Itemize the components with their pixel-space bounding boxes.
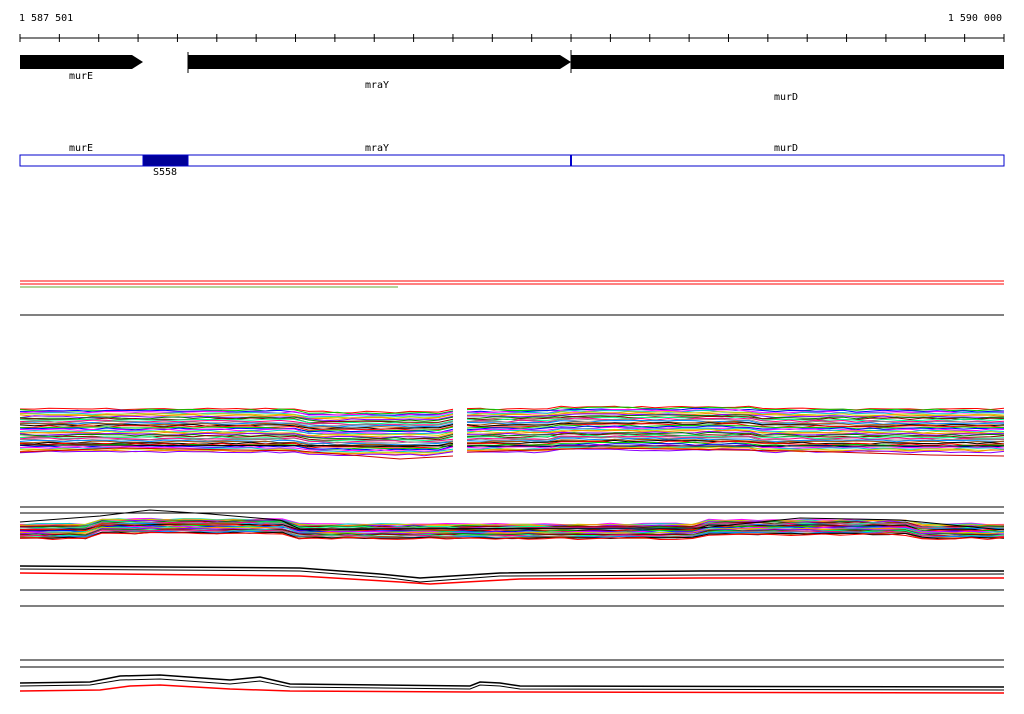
gene-arrow-mraY[interactable] (188, 55, 571, 69)
profile-track-bottom[interactable] (19, 674, 1005, 694)
gene-arrow-murE[interactable] (20, 55, 143, 69)
annotation-label-mraY: mraY (364, 143, 390, 154)
annotation-feature-S558[interactable] (142, 154, 189, 167)
gene-label-mraY: mraY (364, 80, 390, 91)
annotation-region-mraY[interactable] (187, 154, 572, 167)
gene-label-murE: murE (68, 71, 94, 82)
profile-track-summary[interactable] (19, 565, 1005, 585)
annotation-region-murD[interactable] (570, 154, 1005, 167)
annotation-label-murE: murE (68, 143, 94, 154)
profile-track-multicolor[interactable] (19, 405, 1005, 460)
gene-label-murD: murD (773, 92, 799, 103)
profile-track-coverage[interactable] (19, 509, 1005, 541)
gene-track[interactable] (20, 50, 1004, 73)
gene-arrow-murD[interactable] (571, 55, 1004, 69)
annotation-label-murD: murD (773, 143, 799, 154)
genome-viewer[interactable] (0, 0, 1024, 714)
annotation-region-murE[interactable] (19, 154, 144, 167)
ruler (19, 34, 1005, 42)
annotation-track[interactable] (19, 154, 1005, 167)
feature-label-S558: S558 (152, 167, 178, 178)
reference-lines (20, 280, 1004, 668)
